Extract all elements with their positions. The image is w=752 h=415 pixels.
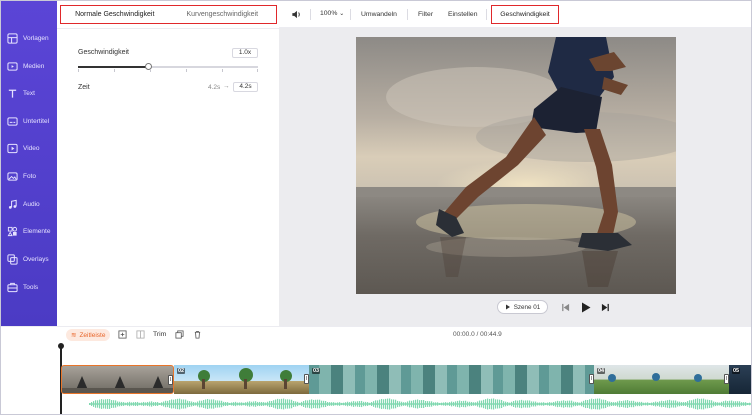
sidebar-item-video[interactable]: Video xyxy=(1,137,57,159)
sidebar-item-audio[interactable]: Audio xyxy=(1,193,57,215)
clip-number: 03 xyxy=(312,368,321,374)
time-new-field[interactable]: 4.2s xyxy=(233,82,258,92)
skip-back-icon[interactable] xyxy=(561,303,570,312)
templates-icon xyxy=(7,32,18,44)
scene-label: Szene 01 xyxy=(513,303,541,311)
clip-number: 05 xyxy=(732,368,741,374)
sidebar-item-medien[interactable]: Medien xyxy=(1,55,57,77)
add-clip-icon[interactable] xyxy=(118,330,127,339)
text-icon xyxy=(8,89,17,98)
play-icon[interactable] xyxy=(581,302,591,313)
photo-icon xyxy=(7,171,18,181)
sidebar: Vorlagen Medien Text Untertitel Video Fo… xyxy=(1,1,57,326)
toolbar-divider xyxy=(310,9,311,20)
sidebar-item-label: Untertitel xyxy=(23,117,50,125)
sidebar-item-label: Audio xyxy=(23,200,40,208)
audio-icon xyxy=(8,199,17,209)
timecode-display: 00:00.0 / 00:44.9 xyxy=(453,331,502,338)
timeline-icon: ≋ xyxy=(71,332,77,339)
sidebar-item-label: Text xyxy=(23,89,35,97)
timeline-toolbar: ≋ Zeitleiste Trim 00:00.0 / 00:44.9 xyxy=(57,326,751,343)
sidebar-item-untertitel[interactable]: Untertitel xyxy=(1,110,57,132)
tab-curve-speed[interactable]: Kurvengeschwindigkeit xyxy=(169,11,277,18)
elements-icon xyxy=(7,226,18,236)
speed-button[interactable]: Geschwindigkeit xyxy=(491,5,559,24)
speed-mode-tabs: Normale Geschwindigkeit Kurvengeschwindi… xyxy=(60,5,277,24)
speed-value-field[interactable]: 1.0x xyxy=(232,48,258,58)
sidebar-item-foto[interactable]: Foto xyxy=(1,165,57,187)
editor-toolbar: 100% ⌄ Umwandeln Filter Einstellen Gesch… xyxy=(279,1,751,28)
clip-trim-handle[interactable]: I xyxy=(168,375,173,385)
sidebar-item-elemente[interactable]: Elemente xyxy=(1,220,57,242)
zoom-dropdown[interactable]: 100% ⌄ xyxy=(320,10,344,17)
sidebar-item-label: Medien xyxy=(23,62,45,70)
timeline-tab-label: Zeitleiste xyxy=(79,331,106,339)
sidebar-item-text[interactable]: Text xyxy=(1,82,57,104)
overlays-icon xyxy=(7,253,18,265)
convert-button[interactable]: Umwandeln xyxy=(361,11,397,18)
sidebar-item-tools[interactable]: Tools xyxy=(1,276,57,298)
player-controls: Szene 01 xyxy=(279,299,751,317)
speed-panel: Normale Geschwindigkeit Kurvengeschwindi… xyxy=(57,1,279,326)
audio-waveform[interactable] xyxy=(89,397,752,411)
sidebar-item-label: Vorlagen xyxy=(23,34,49,42)
chevron-down-icon: ⌄ xyxy=(339,11,345,17)
preview-stage: Szene 01 xyxy=(279,28,751,326)
sidebar-item-label: Foto xyxy=(23,172,37,180)
speed-label: Geschwindigkeit xyxy=(78,49,129,56)
sidebar-item-label: Overlays xyxy=(23,255,49,263)
arrow-right-icon: → xyxy=(223,83,230,90)
sidebar-item-label: Tools xyxy=(23,283,39,291)
clip-number: 04 xyxy=(597,368,606,374)
volume-icon[interactable] xyxy=(291,9,302,20)
tools-icon xyxy=(7,282,18,292)
duplicate-icon[interactable] xyxy=(175,330,184,339)
time-label: Zeit xyxy=(78,84,90,91)
split-icon[interactable] xyxy=(136,330,145,339)
time-original: 4.2s xyxy=(208,84,221,91)
timeline-tab[interactable]: ≋ Zeitleiste xyxy=(66,329,111,341)
clip-number: 02 xyxy=(177,368,186,374)
speed-slider[interactable] xyxy=(78,63,258,70)
delete-icon[interactable] xyxy=(193,330,202,339)
play-small-icon xyxy=(505,304,510,310)
timeline-toolbar-spacer xyxy=(1,326,57,343)
scene-selector[interactable]: Szene 01 xyxy=(497,300,548,314)
sidebar-item-overlays[interactable]: Overlays xyxy=(1,248,57,270)
video-preview[interactable] xyxy=(356,37,676,294)
media-icon xyxy=(7,61,18,71)
video-editor-window: Vorlagen Medien Text Untertitel Video Fo… xyxy=(0,0,752,415)
sidebar-item-label: Elemente xyxy=(23,227,51,235)
sidebar-item-label: Video xyxy=(23,144,40,152)
settings-button[interactable]: Einstellen xyxy=(448,11,477,18)
skip-forward-icon[interactable] xyxy=(601,303,610,312)
clip-thumbnail xyxy=(608,373,702,382)
clip-thumbnail xyxy=(62,376,173,393)
clip-05[interactable]: 05 xyxy=(729,365,751,394)
clip-02[interactable]: 02 I xyxy=(174,365,309,394)
clip-thumbnail xyxy=(198,368,292,389)
toolbar-divider xyxy=(486,9,487,20)
runner-beach-frame xyxy=(356,37,676,294)
video-icon xyxy=(7,143,18,153)
panel-divider xyxy=(57,28,279,29)
subtitles-icon xyxy=(7,116,18,126)
tab-normal-speed[interactable]: Normale Geschwindigkeit xyxy=(61,11,169,18)
clip-04[interactable]: 04 I xyxy=(594,365,729,394)
speed-slider-fill xyxy=(78,66,149,68)
filter-button[interactable]: Filter xyxy=(418,11,433,18)
toolbar-divider xyxy=(407,9,408,20)
timeline-tracks: I 02 I 03 I 04 I 05 xyxy=(1,343,752,414)
zoom-level: 100% xyxy=(320,10,338,17)
speed-slider-ticks xyxy=(78,69,258,72)
toolbar-divider xyxy=(350,9,351,20)
trim-button[interactable]: Trim xyxy=(153,331,166,338)
clip-01[interactable]: I xyxy=(61,365,174,394)
clip-03[interactable]: 03 I xyxy=(309,365,594,394)
sidebar-item-vorlagen[interactable]: Vorlagen xyxy=(1,27,57,49)
